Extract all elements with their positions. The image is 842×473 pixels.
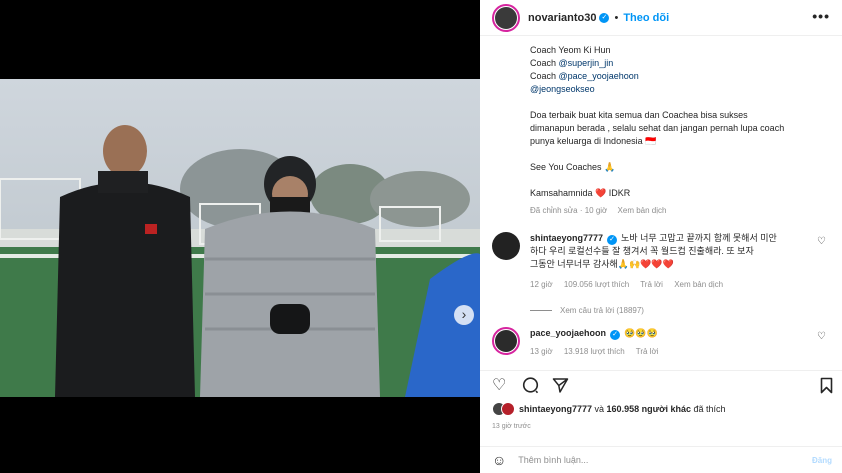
like-heart-icon[interactable]: ♡ xyxy=(492,375,506,395)
comment-meta: 13 giờ 13.918 lượt thích Trả lời xyxy=(530,345,816,358)
liker-count-link[interactable]: 160.958 người khác xyxy=(607,404,691,414)
view-replies-button[interactable]: Xem câu trả lời (18897) xyxy=(530,304,816,317)
comment-likes[interactable]: 13.918 lượt thích xyxy=(564,347,625,356)
reply-button[interactable]: Trả lời xyxy=(640,280,663,289)
like-comment-heart-icon[interactable]: ♡ xyxy=(817,331,826,342)
post-photo: › xyxy=(0,79,480,397)
see-translation-link[interactable]: Xem bản dịch xyxy=(674,280,723,289)
caption-paragraph-line: dimanapun berada , selalu sehat dan jang… xyxy=(530,123,785,133)
comment-text: 하다 우리 로컬선수들 잘 챙겨서 꼭 월드컵 진출해라. 또 보자 xyxy=(530,246,754,256)
follow-button[interactable]: Theo dõi xyxy=(623,12,669,24)
comment-text: 🥹🥹🥹 xyxy=(624,328,658,338)
caption-line-coach-superjin: Coach @superjin_jin xyxy=(530,58,614,68)
photo-illustration xyxy=(0,79,480,397)
mention-link[interactable]: @jeongseokseo xyxy=(530,84,595,94)
post-media: › xyxy=(0,0,480,473)
comment-meta: 12 giờ 109.056 lượt thích Trả lời Xem bả… xyxy=(530,278,816,291)
more-options-icon[interactable]: ••• xyxy=(812,8,830,24)
liker-username[interactable]: shintaeyong7777 xyxy=(519,404,592,414)
commenter-username[interactable]: pace_yoojaehoon xyxy=(530,328,606,338)
post-caption: Coach Yeom Ki Hun Coach @superjin_jin Co… xyxy=(530,44,830,217)
comment-text: 그동안 너무너무 감사해🙏🙌❤️❤️❤️ xyxy=(530,259,674,269)
next-photo-button[interactable]: › xyxy=(454,305,474,325)
like-comment-heart-icon[interactable]: ♡ xyxy=(817,236,826,247)
add-comment-bar: ☺ Đăng xyxy=(480,446,842,473)
share-paper-plane-icon[interactable] xyxy=(552,377,569,394)
post-timestamp: 13 giờ trước xyxy=(492,423,531,430)
comment-time: 12 giờ xyxy=(530,280,553,289)
caption-see-you: See You Coaches 🙏 xyxy=(530,162,616,172)
post-actions-bar: ♡ xyxy=(480,370,842,400)
comment-likes[interactable]: 109.056 lượt thích xyxy=(564,280,629,289)
verified-badge-icon: ✓ xyxy=(599,12,610,23)
author-avatar[interactable] xyxy=(492,3,520,32)
author-username[interactable]: novarianto30 xyxy=(528,12,596,24)
post-comment-button[interactable]: Đăng xyxy=(812,456,832,465)
post-side-panel: novarianto30 ✓ • Theo dõi ••• Coach Yeom… xyxy=(480,0,842,473)
comment-input[interactable] xyxy=(518,455,789,465)
verified-badge-icon: ✓ xyxy=(610,330,621,340)
caption-line-jeongseokseo: @jeongseokseo xyxy=(530,83,830,96)
caption-line-coach-pace: Coach @pace_yoojaehoon xyxy=(530,71,639,81)
commenter-avatar[interactable] xyxy=(492,327,520,355)
edited-time: Đã chỉnh sửa · 10 giờ xyxy=(530,206,608,215)
commenter-username[interactable]: shintaeyong7777 xyxy=(530,233,603,243)
caption-paragraph-line: punya keluarga di Indonesia 🇮🇩 xyxy=(530,136,657,146)
liker-avatar xyxy=(501,402,515,416)
likes-summary: shintaeyong7777 và 160.958 người khác đã… xyxy=(492,402,726,416)
emoji-smiley-icon[interactable]: ☺ xyxy=(492,452,506,468)
post-header: novarianto30 ✓ • Theo dõi ••• xyxy=(480,0,842,36)
save-bookmark-icon[interactable] xyxy=(820,377,833,394)
comment-bubble-icon[interactable] xyxy=(522,377,539,394)
mention-link[interactable]: @pace_yoojaehoon xyxy=(559,71,639,81)
mention-link[interactable]: @superjin_jin xyxy=(559,58,614,68)
caption-meta: Đã chỉnh sửa · 10 giờ Xem bản dịch xyxy=(530,204,830,217)
caption-line-coach-yeom: Coach Yeom Ki Hun xyxy=(530,45,611,55)
comment-time: 13 giờ xyxy=(530,347,553,356)
header-separator: • xyxy=(614,11,619,24)
see-translation-link[interactable]: Xem bản dịch xyxy=(618,206,667,215)
comment-text: 노바 너무 고맙고 끝까지 함께 못해서 미안 xyxy=(621,233,777,243)
caption-kamsahamnida: Kamsahamnida ❤️ IDKR xyxy=(530,188,631,198)
commenter-avatar[interactable] xyxy=(492,232,520,260)
verified-badge-icon: ✓ xyxy=(607,235,618,245)
caption-paragraph-line: Doa terbaik buat kita semua dan Coachea … xyxy=(530,110,748,120)
reply-button[interactable]: Trả lời xyxy=(636,347,659,356)
